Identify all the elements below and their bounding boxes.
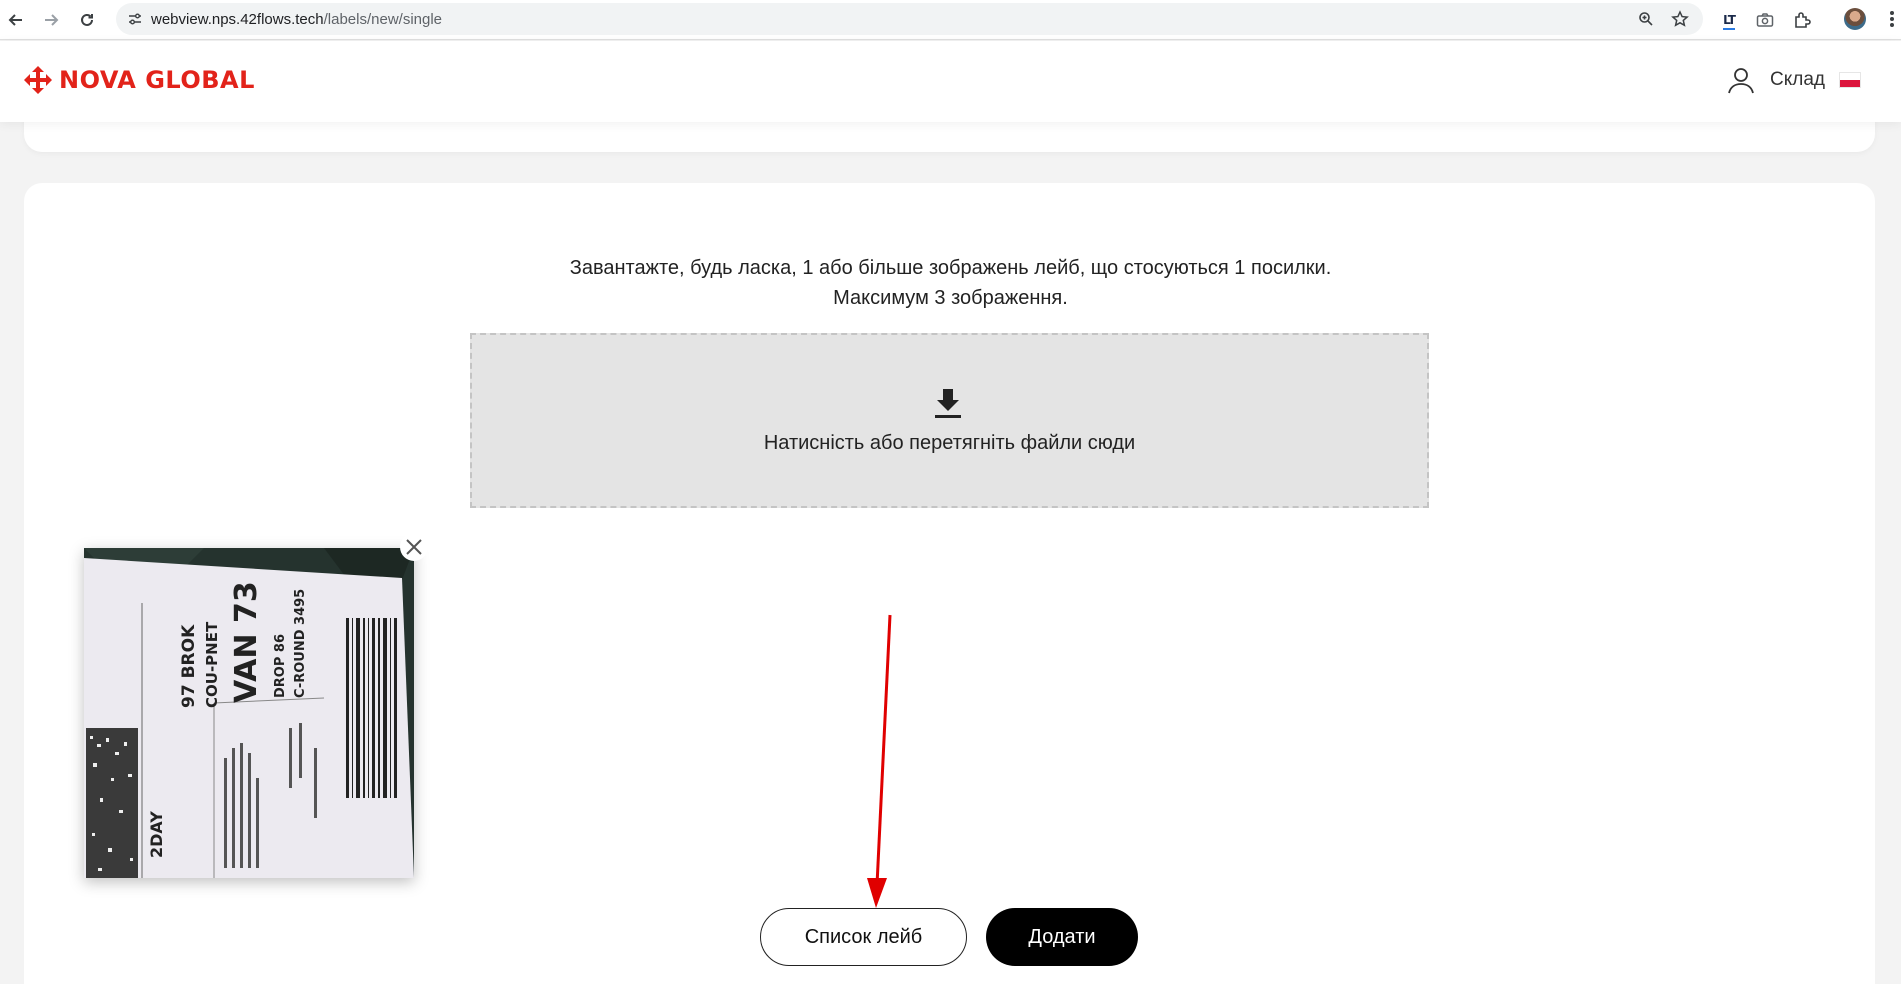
label-list-button[interactable]: Список лейб (760, 908, 967, 966)
site-settings-icon[interactable] (126, 10, 144, 28)
profile-avatar[interactable] (1844, 8, 1866, 30)
logo-text: NOVA GLOBAL (59, 66, 255, 94)
forward-icon[interactable] (37, 6, 65, 34)
thumb-text-6: 2DAY (147, 811, 166, 858)
browser-menu-icon[interactable] (1889, 8, 1895, 30)
label-photo: 97 BROK COU-PNET VAN 73 DROP 86 C-ROUND … (84, 548, 414, 878)
download-icon (935, 389, 961, 418)
instruction-line-1: Завантажте, будь ласка, 1 або більше зоб… (569, 257, 1332, 279)
instruction-line-2: Максимум 3 зображення. (833, 287, 1068, 309)
user-menu[interactable]: Склад (1726, 65, 1861, 95)
bookmark-star-icon[interactable] (1670, 9, 1690, 29)
annotation-arrow (867, 614, 892, 908)
extensions-puzzle-icon[interactable] (1790, 8, 1814, 32)
upload-instructions: Завантажте, будь ласка, 1 або більше зоб… (0, 253, 1901, 313)
close-icon (406, 539, 422, 555)
add-button[interactable]: Додати (986, 908, 1138, 966)
user-icon (1728, 68, 1754, 94)
thumb-text-1: 97 BROK (179, 624, 199, 708)
reload-icon[interactable] (73, 6, 101, 34)
poland-flag-icon[interactable] (1839, 72, 1861, 88)
url-text: webview.nps.42flows.tech/labels/new/sing… (151, 11, 442, 28)
thumb-text-4: DROP 86 (273, 634, 288, 698)
thumb-text-2: COU-PNET (203, 621, 221, 708)
file-dropzone[interactable]: Натисність або перетягніть файли сюди (470, 333, 1429, 508)
back-icon[interactable] (2, 6, 30, 34)
remove-image-button[interactable] (400, 533, 428, 561)
thumb-text-3: VAN 73 (229, 581, 264, 703)
thumb-text-5: C-ROUND 3495 (293, 589, 308, 698)
browser-toolbar: webview.nps.42flows.tech/labels/new/sing… (0, 0, 1901, 40)
camera-icon[interactable] (1753, 8, 1777, 32)
languagetool-extension-icon[interactable]: LT (1717, 8, 1741, 32)
user-label: Склад (1770, 69, 1825, 90)
uploaded-label-thumbnail: 97 BROK COU-PNET VAN 73 DROP 86 C-ROUND … (84, 548, 414, 878)
app-header: NOVA GLOBAL Склад (0, 41, 1901, 122)
url-path: /labels/new/single (323, 11, 443, 28)
dropzone-text: Натисність або перетягніть файли сюди (763, 432, 1136, 454)
url-domain: webview.nps.42flows.tech (151, 11, 324, 28)
address-bar[interactable]: webview.nps.42flows.tech/labels/new/sing… (116, 3, 1703, 35)
nova-global-logo[interactable]: NOVA GLOBAL (23, 65, 255, 95)
zoom-icon[interactable] (1636, 9, 1656, 29)
nova-logo-icon (24, 66, 52, 94)
